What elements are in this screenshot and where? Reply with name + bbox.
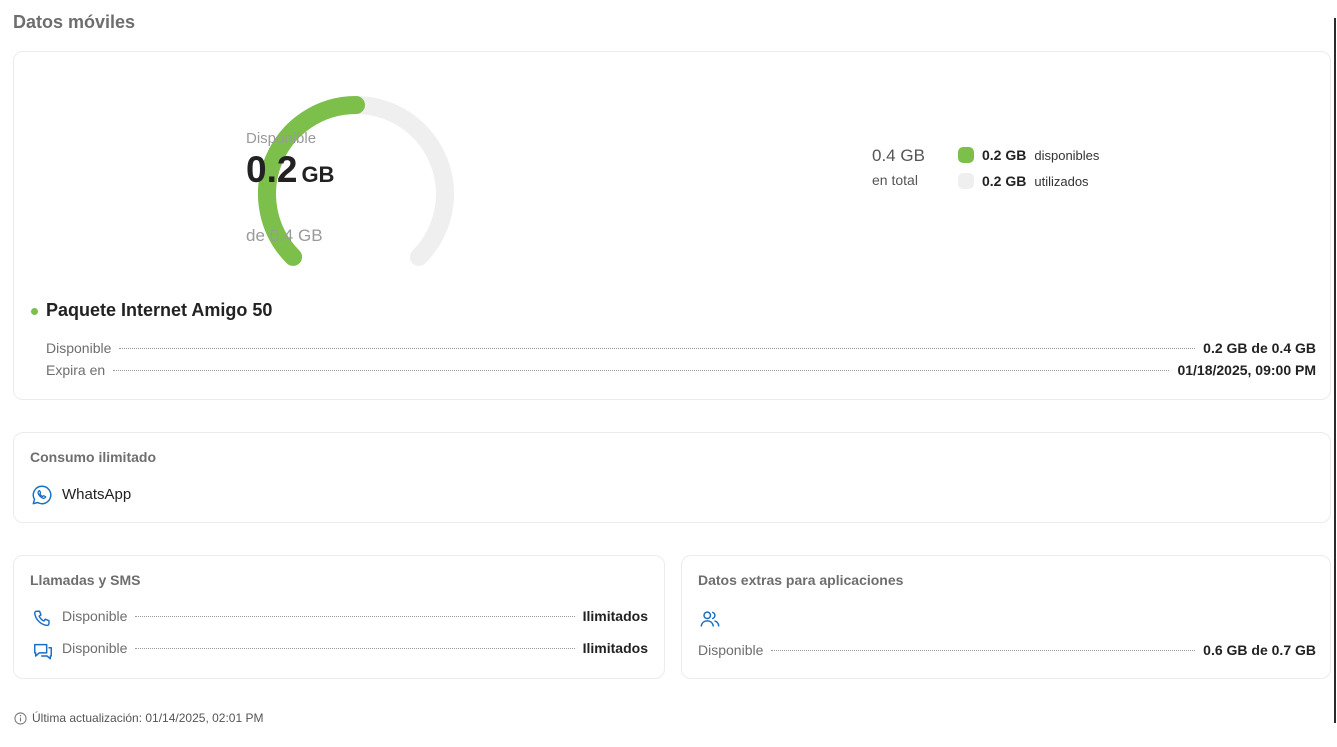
data-gauge: Disponible 0.2 GB de 0.4 GB <box>246 82 466 302</box>
row-label: Disponible <box>62 640 128 656</box>
row-value: 0.6 GB de 0.7 GB <box>1203 642 1316 658</box>
mobile-data-card: Disponible 0.2 GB de 0.4 GB 0.4 GB en tot… <box>13 51 1331 400</box>
last-update: Última actualización: 01/14/2025, 02:01 … <box>14 711 263 725</box>
extra-app-data-card: Datos extras para aplicaciones Disponibl… <box>681 555 1331 679</box>
row-value: 01/18/2025, 09:00 PM <box>1177 362 1316 378</box>
row-value: Ilimitados <box>582 640 648 656</box>
extras-available-row: Disponible 0.6 GB de 0.7 GB <box>698 642 1316 658</box>
row-label: Disponible <box>62 608 128 624</box>
dotted-leader <box>771 650 1196 651</box>
row-label: Expira en <box>46 362 106 378</box>
extras-title: Datos extras para aplicaciones <box>698 572 904 588</box>
sms-row: Disponible Ilimitados <box>32 640 648 662</box>
calls-sms-card: Llamadas y SMS Disponible Ilimitados Dis… <box>13 555 665 679</box>
chat-icon <box>34 643 52 660</box>
whatsapp-label: WhatsApp <box>62 486 132 503</box>
scrollbar[interactable] <box>1334 18 1336 723</box>
row-value: 0.2 GB de 0.4 GB <box>1203 340 1316 356</box>
total-label: en total <box>872 172 918 188</box>
dotted-leader <box>135 648 575 649</box>
dotted-leader <box>113 370 1170 371</box>
legend-used-value: 0.2 GB <box>982 173 1027 189</box>
legend-swatch-available <box>958 147 974 163</box>
legend-used: 0.2 GB utilizados <box>958 173 1089 189</box>
legend-available-value: 0.2 GB <box>982 147 1027 163</box>
unlimited-title: Consumo ilimitado <box>30 449 156 465</box>
calls-row: Disponible Ilimitados <box>32 608 648 630</box>
legend-used-label: utilizados <box>1034 173 1089 189</box>
gauge-value: 0.2 GB <box>246 149 335 190</box>
gauge-subtitle: de 0.4 GB <box>246 226 323 245</box>
legend-available-label: disponibles <box>1034 147 1100 163</box>
whatsapp-icon <box>32 485 52 505</box>
row-label: Disponible <box>698 642 764 658</box>
plan-available-row: Disponible 0.2 GB de 0.4 GB <box>46 340 1316 356</box>
gauge-label: Disponible <box>246 130 317 147</box>
phone-icon <box>34 610 50 627</box>
gauge-unit: GB <box>301 162 335 187</box>
legend-available: 0.2 GB disponibles <box>958 147 1099 163</box>
page-title: Datos móviles <box>13 12 136 32</box>
plan-expiry-row: Expira en 01/18/2025, 09:00 PM <box>46 362 1316 378</box>
plan-status-dot <box>31 308 38 315</box>
last-update-text: Última actualización: 01/14/2025, 02:01 … <box>32 711 264 725</box>
people-icon <box>700 611 720 627</box>
total-value: 0.4 GB <box>872 146 925 165</box>
row-label: Disponible <box>46 340 112 356</box>
dotted-leader <box>119 348 1196 349</box>
dotted-leader <box>135 616 575 617</box>
plan-name: Paquete Internet Amigo 50 <box>46 300 273 320</box>
info-icon <box>14 711 27 725</box>
calls-title: Llamadas y SMS <box>30 572 141 588</box>
legend-swatch-used <box>958 173 974 189</box>
unlimited-consumption-card: Consumo ilimitado WhatsApp <box>13 432 1331 523</box>
row-value: Ilimitados <box>582 608 648 624</box>
